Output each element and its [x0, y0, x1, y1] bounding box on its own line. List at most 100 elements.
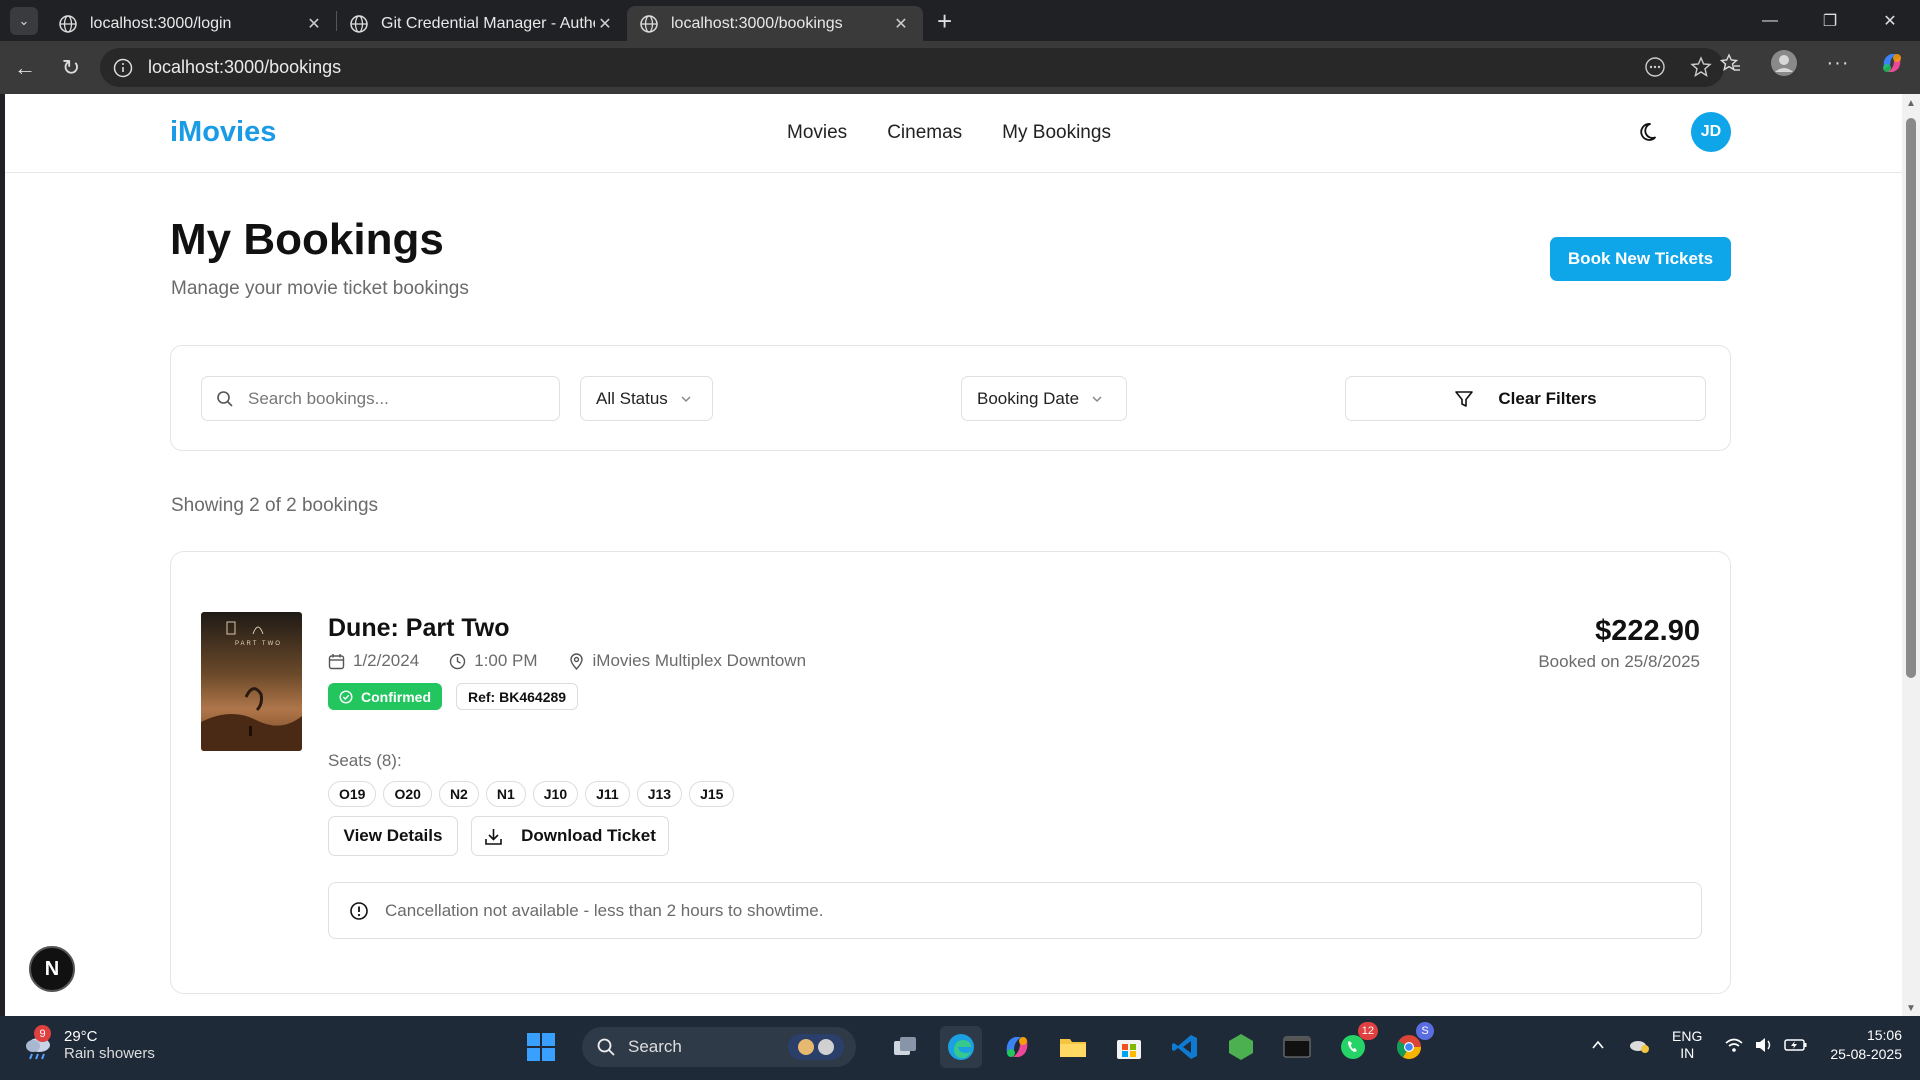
site-logo[interactable]: iMovies [170, 116, 276, 149]
search-input[interactable]: Search bookings... [201, 376, 560, 421]
copilot-icon[interactable] [1876, 47, 1908, 79]
input-language[interactable]: ENG IN [1672, 1028, 1702, 1062]
scroll-up-arrow-icon[interactable]: ▲ [1906, 98, 1916, 109]
close-tab-icon[interactable]: ✕ [304, 14, 324, 34]
chrome-profile-badge: S [1416, 1022, 1434, 1040]
windows-start-icon[interactable] [520, 1026, 562, 1068]
book-new-tickets-button[interactable]: Book New Tickets [1550, 237, 1731, 281]
tab-actions-chevron-icon[interactable]: ⌄ [10, 6, 38, 35]
favorites-icon[interactable] [1714, 47, 1746, 79]
volume-icon [1756, 1038, 1771, 1052]
file-explorer-icon[interactable] [1052, 1026, 1094, 1068]
cinema-name: iMovies Multiplex Downtown [592, 651, 807, 670]
alert-circle-icon [350, 901, 368, 920]
filter-icon [1455, 390, 1474, 407]
globe-icon [59, 14, 77, 33]
page-scrollbar[interactable]: ▲ ▼ [1902, 94, 1920, 1016]
seat-chip: N2 [438, 781, 479, 807]
reading-mode-icon[interactable] [1644, 56, 1666, 78]
onedrive-warning-icon[interactable] [1628, 1036, 1650, 1054]
close-tab-icon[interactable]: ✕ [891, 14, 911, 34]
weather-icon: 9 [22, 1025, 54, 1061]
nodejs-icon[interactable] [1220, 1026, 1262, 1068]
status-select[interactable]: All Status [580, 376, 713, 421]
browser-extensions: ··· [1714, 47, 1908, 79]
back-arrow-icon[interactable]: ← [2, 48, 48, 88]
scroll-down-arrow-icon[interactable]: ▼ [1906, 1003, 1916, 1014]
page-subtitle: Manage your movie ticket bookings [171, 278, 469, 299]
site-header: iMovies Movies Cinemas My Bookings JD [5, 94, 1902, 173]
whatsapp-icon[interactable]: 12 [1332, 1022, 1378, 1068]
tab-title: localhost:3000/login [90, 14, 232, 32]
cancellation-notice: Cancellation not available - less than 2… [328, 882, 1702, 939]
chevron-up-icon[interactable] [1590, 1037, 1606, 1053]
new-tab-plus-icon[interactable]: + [937, 8, 952, 34]
movie-title[interactable]: Dune: Part Two [328, 614, 509, 643]
seat-chip: N1 [485, 781, 526, 807]
favorite-star-icon[interactable] [1690, 56, 1712, 78]
globe-icon [640, 14, 658, 33]
taskbar-search[interactable]: Search [582, 1027, 856, 1067]
edge-browser-icon[interactable] [940, 1026, 982, 1068]
vscode-icon[interactable] [1164, 1026, 1206, 1068]
quick-settings[interactable] [1724, 1036, 1808, 1054]
nav-my-bookings[interactable]: My Bookings [1002, 122, 1111, 144]
windows-taskbar: 9 29°C Rain showers Search 12 S ENG IN 1… [0, 1016, 1920, 1080]
site-info-icon[interactable] [112, 57, 134, 79]
restore-icon[interactable]: ❐ [1800, 0, 1860, 41]
microsoft-store-icon[interactable] [1108, 1026, 1150, 1068]
close-tab-icon[interactable]: ✕ [595, 14, 615, 34]
browser-tab-bar: ⌄ localhost:3000/login ✕ Git Credential … [0, 0, 1920, 41]
weather-widget[interactable]: 9 29°C Rain showers [22, 1025, 155, 1062]
dev-tools-badge[interactable]: N [29, 946, 75, 992]
task-view-icon[interactable] [884, 1026, 926, 1068]
status-label: Confirmed [361, 688, 431, 705]
download-icon [485, 828, 502, 845]
check-circle-icon [339, 689, 353, 704]
clear-filters-label: Clear Filters [1498, 388, 1597, 408]
tab-git-credential-manager[interactable]: Git Credential Manager - Authent ✕ [337, 6, 627, 41]
whatsapp-badge: 12 [1357, 1022, 1378, 1040]
scrollbar-thumb[interactable] [1906, 118, 1916, 678]
dark-mode-moon-icon[interactable] [1637, 118, 1663, 144]
lang-code: ENG [1672, 1028, 1703, 1044]
seat-chip: J13 [636, 781, 683, 807]
tab-bookings[interactable]: localhost:3000/bookings ✕ [627, 6, 923, 41]
taskbar-search-label: Search [628, 1037, 682, 1056]
more-options-icon[interactable]: ··· [1822, 47, 1854, 79]
address-bar[interactable]: localhost:3000/bookings [100, 48, 1724, 87]
clear-filters-button[interactable]: Clear Filters [1345, 376, 1706, 421]
reload-icon[interactable]: ↻ [48, 48, 94, 88]
page-title: My Bookings [170, 215, 444, 264]
show-time: 1:00 PM [474, 651, 538, 670]
seat-chip: O19 [328, 781, 377, 807]
download-ticket-button[interactable]: Download Ticket [471, 816, 669, 856]
view-details-button[interactable]: View Details [328, 816, 458, 856]
seat-chip: O20 [383, 781, 432, 807]
results-summary: Showing 2 of 2 bookings [171, 495, 379, 516]
minimize-icon[interactable]: — [1740, 0, 1800, 41]
movie-poster[interactable]: PART TWO [201, 612, 302, 751]
chrome-icon[interactable]: S [1388, 1022, 1434, 1068]
battery-charging-icon [1784, 1039, 1807, 1051]
booking-meta: 1/2/2024 1:00 PM iMovies Multiplex Downt… [328, 651, 806, 671]
download-ticket-label: Download Ticket [521, 826, 656, 845]
seats-label: Seats (8): [328, 751, 402, 770]
profile-icon[interactable] [1768, 47, 1800, 79]
booking-reference: Ref: BK464289 [456, 683, 579, 710]
taskbar-apps: Search 12 S [520, 1022, 1434, 1068]
search-highlight-icon [788, 1034, 844, 1060]
nav-movies[interactable]: Movies [787, 122, 847, 144]
status-badge: Confirmed [328, 683, 442, 710]
user-avatar[interactable]: JD [1691, 112, 1731, 152]
nav-cinemas[interactable]: Cinemas [887, 122, 962, 144]
close-window-icon[interactable]: ✕ [1860, 0, 1920, 41]
system-tray: ENG IN 15:06 25-08-2025 [1590, 1026, 1902, 1064]
clock-time: 15:06 [1866, 1027, 1902, 1043]
booked-on-date: Booked on 25/8/2025 [1538, 652, 1700, 671]
system-clock[interactable]: 15:06 25-08-2025 [1830, 1026, 1902, 1064]
terminal-icon[interactable] [1276, 1026, 1318, 1068]
copilot-app-icon[interactable] [996, 1026, 1038, 1068]
tab-login[interactable]: localhost:3000/login ✕ [46, 6, 336, 41]
date-sort-select[interactable]: Booking Date [961, 376, 1127, 421]
